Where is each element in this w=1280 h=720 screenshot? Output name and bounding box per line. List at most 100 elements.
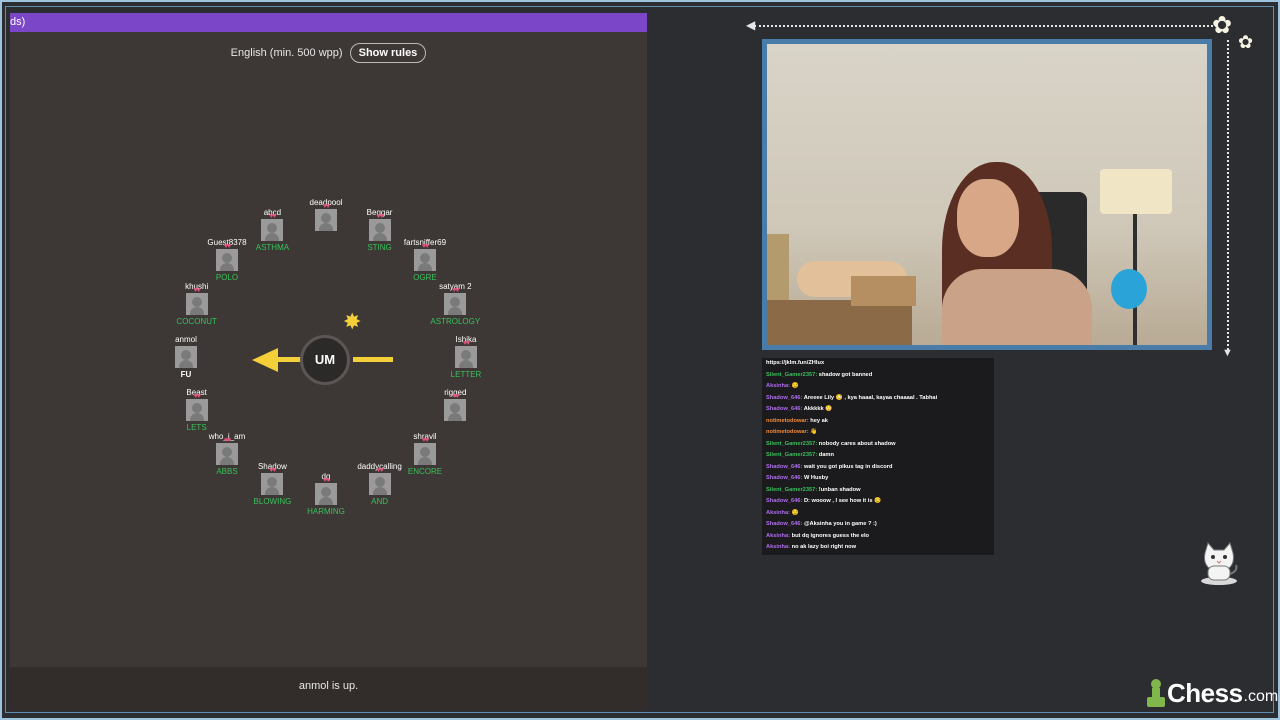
chat-username: Shadow_646:: [766, 406, 803, 412]
top-bar-text: ds): [10, 16, 26, 28]
chat-text: D: wooow , I see how it is 😒: [802, 498, 882, 504]
chat-message: Shadow_646: Akkkkk 😳: [762, 404, 994, 416]
chat-username: Silent_Gamer2357:: [766, 440, 818, 447]
chat-message: Silent_Gamer2357: nobody cares about sha…: [762, 439, 994, 451]
lamp: [1100, 169, 1172, 214]
chat-text: https://jklm.fun/ZHlux: [766, 360, 825, 366]
chat-username: Shadow_646:: [766, 463, 803, 470]
chat-username: notimetodowar:: [766, 429, 809, 435]
player-12: anmol FU: [141, 335, 231, 380]
hearts-icon: ♥♥: [462, 340, 470, 347]
dotted-line-right: [1227, 40, 1229, 350]
player-13: khushi ♥♥ COCONUT: [152, 282, 242, 327]
chat-text: hey ak: [808, 417, 828, 424]
chess-com-logo: Chess .com: [1147, 676, 1278, 710]
chat-text: 😏: [790, 509, 799, 516]
chat-message: Aksinha: but dq ignores guess the elo: [762, 531, 994, 543]
hearts-icon: ♥♥: [421, 437, 429, 444]
chat-message: notimetodowar: hey ak: [762, 416, 994, 428]
webcam-feed: [767, 44, 1207, 345]
bomb: UM: [300, 335, 350, 385]
status-bar: anmol is up.: [10, 667, 647, 710]
chat-text: shadow got banned: [817, 371, 873, 378]
logo-text: Chess: [1167, 677, 1243, 708]
show-rules-button[interactable]: Show rules: [349, 43, 427, 63]
player-word: FU: [180, 370, 192, 379]
box: [851, 276, 916, 306]
hearts-icon: ♥♥: [322, 477, 330, 485]
chat-message: Aksinha: no ak lazy boi right now: [762, 542, 994, 554]
spark-icon: ✸: [343, 309, 362, 334]
avatar: ♥♥: [444, 287, 467, 316]
arrow-down-icon: ▼: [1222, 347, 1233, 359]
chat-username: Aksinha:: [766, 532, 791, 539]
avatar: ♥♥: [216, 437, 238, 465]
chat-username: Silent_Gamer2357:: [766, 452, 818, 458]
game-panel: ds) English (min. 500 wpp) Show rules de…: [10, 13, 647, 710]
chat-username: Shadow_646:: [766, 521, 803, 527]
player-5: rigged ♥♥: [410, 388, 500, 433]
avatar: ♥♥: [368, 467, 391, 495]
chat-message: Silent_Gamer2357: damn: [762, 450, 994, 462]
hearts-icon: ♥♥: [421, 242, 429, 250]
chat-text: no ak lazy boi right now: [790, 544, 857, 550]
chat-message: Silent_Gamer2357: !unban shadow: [762, 485, 994, 497]
chat-username: Shadow_646:: [766, 394, 803, 401]
pawn-icon: [1147, 679, 1165, 707]
player-word: ASTHMA: [255, 243, 290, 253]
player-word: ABBS: [216, 467, 238, 476]
player-word: OGRE: [413, 272, 437, 282]
chat-text: wait you got pikus tag in discord: [802, 463, 893, 470]
player-10: who_i_am ♥♥ ABBS: [182, 432, 272, 477]
logo-tld: .com: [1243, 688, 1279, 705]
bomb-syllable: UM: [314, 352, 336, 367]
turn-arrow-icon: [252, 348, 278, 372]
chat-username: Aksinha:: [766, 544, 791, 550]
chat-text: but dq ignores guess the elo: [790, 532, 870, 539]
hearts-icon: ♥♥: [193, 392, 201, 400]
player-word: LETS: [186, 422, 207, 432]
flower-icon: ✿: [1212, 12, 1233, 39]
dotted-line-top: [754, 25, 1217, 27]
player-4: Ishika ♥♥ LETTER: [421, 335, 511, 380]
chat-message: https://jklm.fun/ZHlux: [762, 358, 994, 370]
player-word: COCONUT: [176, 317, 217, 327]
avatar: ♥♥: [185, 287, 208, 316]
player-word: LETTER: [450, 370, 482, 379]
chat-username: Shadow_646:: [766, 475, 803, 481]
hearts-icon: ♥♥: [452, 392, 459, 400]
top-bar: ds): [10, 13, 647, 32]
chat-message: Silent_Gamer2357: shadow got banned: [762, 370, 994, 382]
avatar: ♥♥: [315, 477, 337, 506]
chat-username: Silent_Gamer2357:: [766, 371, 818, 378]
chat-text: Akkkkk 😳: [802, 406, 833, 412]
chat-message: Aksinha: 😏: [762, 381, 994, 393]
player-word: [410, 423, 500, 433]
chat-message: Shadow_646: Areeee Lily 😳 , kya haaal, k…: [762, 393, 994, 405]
player-name: anmol: [175, 335, 197, 344]
hearts-icon: ♥♥: [223, 437, 231, 444]
hearts-icon: ♥♥: [322, 202, 330, 210]
chat-message: Shadow_646: D: wooow , I see how it is 😒: [762, 496, 994, 508]
status-text: anmol is up.: [298, 680, 359, 692]
player-word: BLOWING: [253, 496, 292, 506]
chat-message: Shadow_646: @Aksinha you in game ? :): [762, 519, 994, 531]
chat-text: W Husby: [802, 475, 829, 481]
chat-username: Aksinha:: [766, 383, 791, 389]
chat-text: !unban shadow: [817, 486, 861, 493]
chat-text: @Aksinha you in game ? :): [802, 521, 877, 527]
language-label: English (min. 500 wpp): [230, 47, 343, 59]
chat-text: damn: [817, 452, 834, 458]
chat-text: nobody cares about shadow: [817, 440, 896, 447]
player-word: HARMING: [307, 507, 345, 517]
flower-icon: ✿: [1238, 32, 1254, 52]
shelf: [767, 300, 912, 345]
hearts-icon: ♥♥: [452, 287, 459, 295]
avatar: ♥♥: [455, 340, 477, 368]
chat-username: Shadow_646:: [766, 498, 803, 504]
chat-message: Shadow_646: wait you got pikus tag in di…: [762, 462, 994, 474]
streamer-body: [942, 269, 1092, 345]
plush-toy: [1111, 269, 1147, 309]
chat-message: Aksinha: 😏: [762, 508, 994, 520]
chat-username: notimetodowar:: [766, 417, 809, 424]
